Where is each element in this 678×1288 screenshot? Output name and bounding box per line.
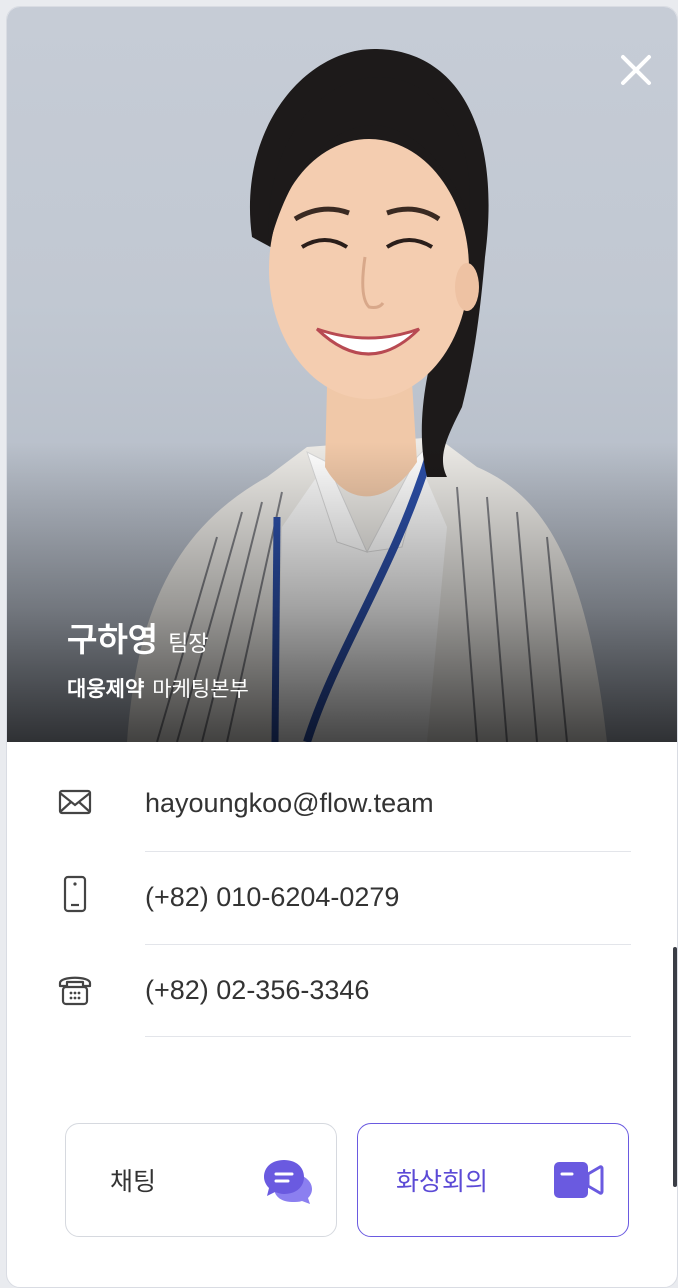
profile-name: 구하영 [67,620,159,659]
profile-rank: 팀장 [168,632,209,657]
email-row[interactable]: hayoungkoo@flow.team [7,752,677,844]
close-icon [621,55,651,85]
email-value[interactable]: hayoungkoo@flow.team [145,788,434,819]
divider [145,1036,631,1037]
envelope-icon [58,789,92,815]
profile-department: 마케팅본부 [152,677,249,701]
profile-company: 대웅제약 [67,677,145,701]
profile-photo: 구하영 팀장 대웅제약 마케팅본부 [7,7,677,742]
scrollbar[interactable] [673,947,677,1187]
mobile-row[interactable]: (+82) 010-6204-0279 [7,852,677,944]
phone-row[interactable]: (+82) 02-356-3346 [7,945,677,1037]
phone-value[interactable]: (+82) 02-356-3346 [145,975,369,1006]
video-camera-icon [554,1162,604,1198]
video-call-button[interactable]: 화상회의 [357,1123,629,1237]
chat-button[interactable]: 채팅 [65,1123,337,1237]
profile-card: 구하영 팀장 대웅제약 마케팅본부 hayoungkoo@flow.team (… [6,6,678,1288]
mobile-value[interactable]: (+82) 010-6204-0279 [145,882,399,913]
organization-line: 대웅제약 마케팅본부 [67,673,249,703]
name-line: 구하영 팀장 [67,613,209,661]
video-call-button-label: 화상회의 [396,1167,489,1196]
chat-bubbles-icon [264,1160,312,1204]
chat-button-label: 채팅 [110,1167,157,1196]
close-button[interactable] [613,47,659,93]
telephone-icon [58,976,92,1006]
mobile-phone-icon [63,875,87,913]
